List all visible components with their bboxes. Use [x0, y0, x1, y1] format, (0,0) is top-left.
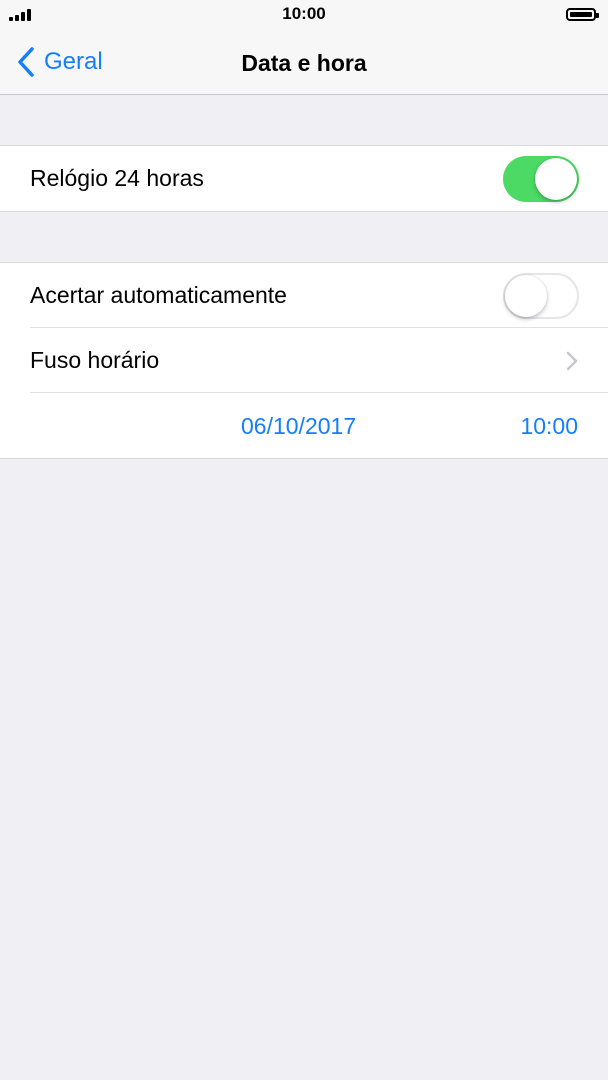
- toggle-knob: [505, 274, 547, 317]
- time-value[interactable]: 10:00: [520, 413, 578, 440]
- timezone-row[interactable]: Fuso horário: [0, 328, 608, 393]
- clock-format-group: Relógio 24 horas: [0, 145, 608, 212]
- clock-24h-row: Relógio 24 horas: [0, 146, 608, 211]
- navigation-bar: Geral Data e hora: [0, 30, 608, 95]
- timezone-label: Fuso horário: [30, 347, 160, 373]
- clock-24h-toggle[interactable]: [503, 155, 579, 202]
- date-time-row: 06/10/2017 10:00: [0, 393, 608, 458]
- status-bar: 10:00: [0, 0, 608, 30]
- auto-set-row: Acertar automaticamente: [0, 263, 608, 328]
- battery-icon: [566, 8, 599, 21]
- date-value[interactable]: 06/10/2017: [241, 413, 356, 440]
- date-time-group: Acertar automaticamente Fuso horário 06/…: [0, 262, 608, 459]
- status-time: 10:00: [282, 4, 326, 23]
- clock-24h-label: Relógio 24 horas: [30, 165, 204, 191]
- page-title: Data e hora: [241, 50, 367, 76]
- toggle-knob: [535, 157, 577, 200]
- auto-set-label: Acertar automaticamente: [30, 282, 287, 308]
- auto-set-toggle[interactable]: [503, 272, 579, 319]
- disclosure-chevron-icon: [566, 351, 578, 370]
